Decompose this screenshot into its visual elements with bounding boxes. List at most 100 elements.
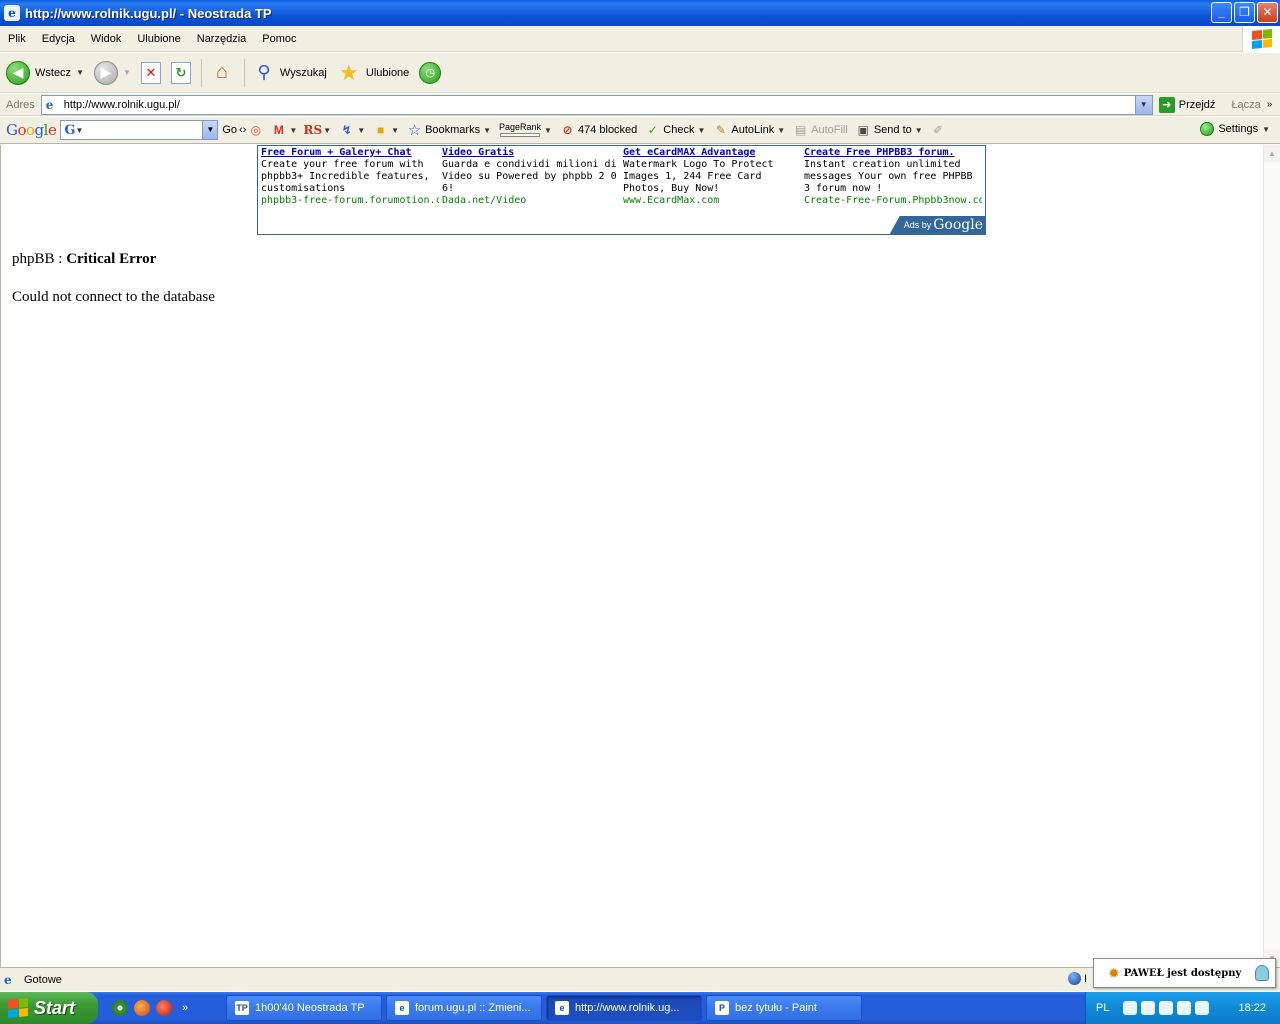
- autofill-button[interactable]: ▤ AutoFill: [793, 123, 848, 138]
- google-logo[interactable]: Google: [6, 121, 57, 139]
- forward-button[interactable]: ▶ ▼: [93, 60, 131, 85]
- menu-edycja[interactable]: Edycja: [34, 33, 83, 45]
- spellcheck-button[interactable]: ✓ Check ▼: [645, 123, 706, 138]
- stop-button[interactable]: ✕: [140, 61, 161, 84]
- gadgets-dropdown-icon[interactable]: ▼: [391, 126, 399, 135]
- sendto-dropdown-icon[interactable]: ▼: [915, 126, 923, 135]
- go-label: Przejdź: [1178, 98, 1216, 111]
- favorites-label: Ulubione: [365, 66, 410, 79]
- google-search-dropdown-icon[interactable]: ▼: [202, 121, 218, 139]
- popup-blocker-icon: ⊘: [562, 123, 573, 137]
- menu-ulubione[interactable]: Ulubione: [129, 33, 188, 45]
- keyboard-icon[interactable]: [1123, 1001, 1138, 1015]
- refresh-icon: ↻: [170, 61, 191, 84]
- scroll-up-icon[interactable]: ▲: [1264, 145, 1280, 162]
- home-button[interactable]: ⌂: [210, 61, 234, 85]
- popup-blocker-button[interactable]: ⊘ 474 blocked: [560, 123, 637, 138]
- ad-unit[interactable]: Free Forum + Galery+ Chat Create your fr…: [261, 147, 439, 207]
- ad-text: Guarda e condividi milioni di Video su P…: [442, 159, 617, 194]
- close-button[interactable]: ✕: [1257, 2, 1278, 23]
- contact-icon: [1255, 965, 1269, 981]
- ad-unit[interactable]: Get eCardMAX Advantage Watermark Logo To…: [623, 147, 801, 207]
- links-chevron-icon[interactable]: »: [1267, 99, 1273, 110]
- ad-unit[interactable]: Video Gratis Guarda e condividi milioni …: [442, 147, 620, 207]
- quicklaunch-app-icon[interactable]: [112, 1000, 128, 1016]
- search-button[interactable]: ⚲ Wyszukaj: [253, 62, 327, 84]
- menu-pomoc[interactable]: Pomoc: [254, 33, 304, 45]
- ad-url[interactable]: Create-Free-Forum.Phpbb3now.com: [804, 195, 982, 207]
- error-heading: phpBB : Critical Error: [12, 251, 156, 268]
- start-button[interactable]: Start: [0, 992, 98, 1024]
- ad-url[interactable]: Dada.net/Video: [442, 195, 620, 207]
- im-notification-popup[interactable]: ✹ PAWEŁ jest dostępny: [1093, 958, 1276, 988]
- restore-button[interactable]: ❐: [1234, 2, 1255, 23]
- ad-text: Instant creation unlimited messages Your…: [804, 159, 973, 194]
- network-icon[interactable]: [1177, 1001, 1192, 1015]
- history-button[interactable]: ◷: [419, 61, 442, 84]
- title-bar[interactable]: e http://www.rolnik.ugu.pl/ - Neostrada …: [0, 0, 1280, 26]
- bookmarks-button[interactable]: ☆ Bookmarks ▼: [407, 122, 491, 139]
- autolink-dropdown-icon[interactable]: ▼: [777, 126, 785, 135]
- ad-title-link[interactable]: Create Free PHPBB3 forum.: [804, 147, 982, 159]
- ad-url[interactable]: phpbb3-free-forum.forumotion.com: [261, 195, 439, 207]
- bookmarks-dropdown-icon[interactable]: ▼: [483, 126, 491, 135]
- go-button[interactable]: ➜ Przejdź: [1158, 96, 1216, 113]
- toolbar-separator: [243, 58, 245, 87]
- pagerank-dropdown-icon[interactable]: ▼: [544, 126, 552, 135]
- taskbar-item-forum[interactable]: e forum.ugu.pl :: Zmieni...: [386, 995, 542, 1021]
- taskbar: Start » TP 1h00'40 Neostrada TP e forum.…: [0, 992, 1280, 1024]
- pagerank-indicator[interactable]: PageRank ▼: [499, 123, 552, 137]
- translate-dropdown-icon[interactable]: ▼: [357, 126, 365, 135]
- tray-expand-icon[interactable]: [1141, 1001, 1156, 1015]
- taskbar-item-rolnik[interactable]: e http://www.rolnik.ug...: [546, 995, 702, 1021]
- ad-unit[interactable]: Create Free PHPBB3 forum. Instant creati…: [804, 147, 982, 207]
- back-button[interactable]: ◀ Wstecz ▼: [6, 60, 84, 85]
- ad-title-link[interactable]: Free Forum + Galery+ Chat: [261, 147, 439, 159]
- vertical-scrollbar[interactable]: ▲ ▼: [1263, 145, 1280, 967]
- google-menu-dropdown-icon[interactable]: ▼: [75, 126, 83, 135]
- address-dropdown-icon[interactable]: ▼: [1134, 95, 1152, 114]
- menu-widok[interactable]: Widok: [83, 33, 130, 45]
- taskbar-item-neostrada[interactable]: TP 1h00'40 Neostrada TP: [226, 995, 382, 1021]
- rss-button[interactable]: RS ▼: [303, 123, 331, 138]
- address-input[interactable]: e http://www.rolnik.ugu.pl/ ▼: [40, 94, 1153, 115]
- refresh-button[interactable]: ↻: [170, 61, 191, 84]
- opera-icon[interactable]: [156, 1000, 172, 1016]
- clock[interactable]: 18:22: [1238, 1002, 1266, 1014]
- rss-dropdown-icon[interactable]: ▼: [323, 126, 331, 135]
- back-dropdown-icon[interactable]: ▼: [76, 68, 84, 77]
- taskbar-item-paint[interactable]: P bez tytułu - Paint: [706, 995, 862, 1021]
- translate-button[interactable]: ↯ ▼: [339, 123, 365, 138]
- status-bar: e Gotowe I: [0, 967, 1280, 991]
- language-indicator[interactable]: PL: [1096, 1002, 1109, 1014]
- gmail-dropdown-icon[interactable]: ▼: [289, 126, 297, 135]
- messenger-icon[interactable]: [1159, 1001, 1174, 1015]
- google-search-input[interactable]: G ▼ ▼: [60, 120, 219, 140]
- sendto-button[interactable]: ▣ Send to ▼: [856, 123, 923, 138]
- gmail-button[interactable]: M ▼: [271, 123, 297, 138]
- autolink-button[interactable]: ✎ AutoLink ▼: [713, 123, 785, 138]
- window-controls: _ ❐ ✕: [1211, 2, 1278, 23]
- forward-dropdown-icon[interactable]: ▼: [123, 68, 131, 77]
- picasa-button[interactable]: ◎: [248, 123, 263, 138]
- menu-plik[interactable]: Plik: [0, 33, 34, 45]
- gadgets-button[interactable]: ■ ▼: [373, 123, 399, 138]
- settings-button[interactable]: Settings ▼: [1200, 122, 1270, 136]
- media-icon[interactable]: [1195, 1001, 1210, 1015]
- ad-url[interactable]: www.EcardMax.com: [623, 195, 801, 207]
- minimize-button[interactable]: _: [1211, 2, 1232, 23]
- links-toolbar[interactable]: Łącza: [1231, 99, 1260, 111]
- ad-title-link[interactable]: Get eCardMAX Advantage: [623, 147, 801, 159]
- ad-title-link[interactable]: Video Gratis: [442, 147, 620, 159]
- ads-by-google-badge[interactable]: Ads by Google: [889, 216, 985, 234]
- address-url[interactable]: http://www.rolnik.ugu.pl/: [64, 99, 180, 111]
- favorites-button[interactable]: ★ Ulubione: [337, 60, 410, 85]
- back-label: Wstecz: [35, 66, 72, 79]
- google-go-button[interactable]: Go: [222, 124, 237, 136]
- check-dropdown-icon[interactable]: ▼: [697, 126, 705, 135]
- firefox-icon[interactable]: [134, 1000, 150, 1016]
- highlight-button[interactable]: ✐: [931, 123, 946, 138]
- internet-zone-icon: [1068, 972, 1081, 985]
- quicklaunch-expand-icon[interactable]: »: [182, 1002, 188, 1014]
- menu-narzedzia[interactable]: Narzędzia: [189, 33, 255, 45]
